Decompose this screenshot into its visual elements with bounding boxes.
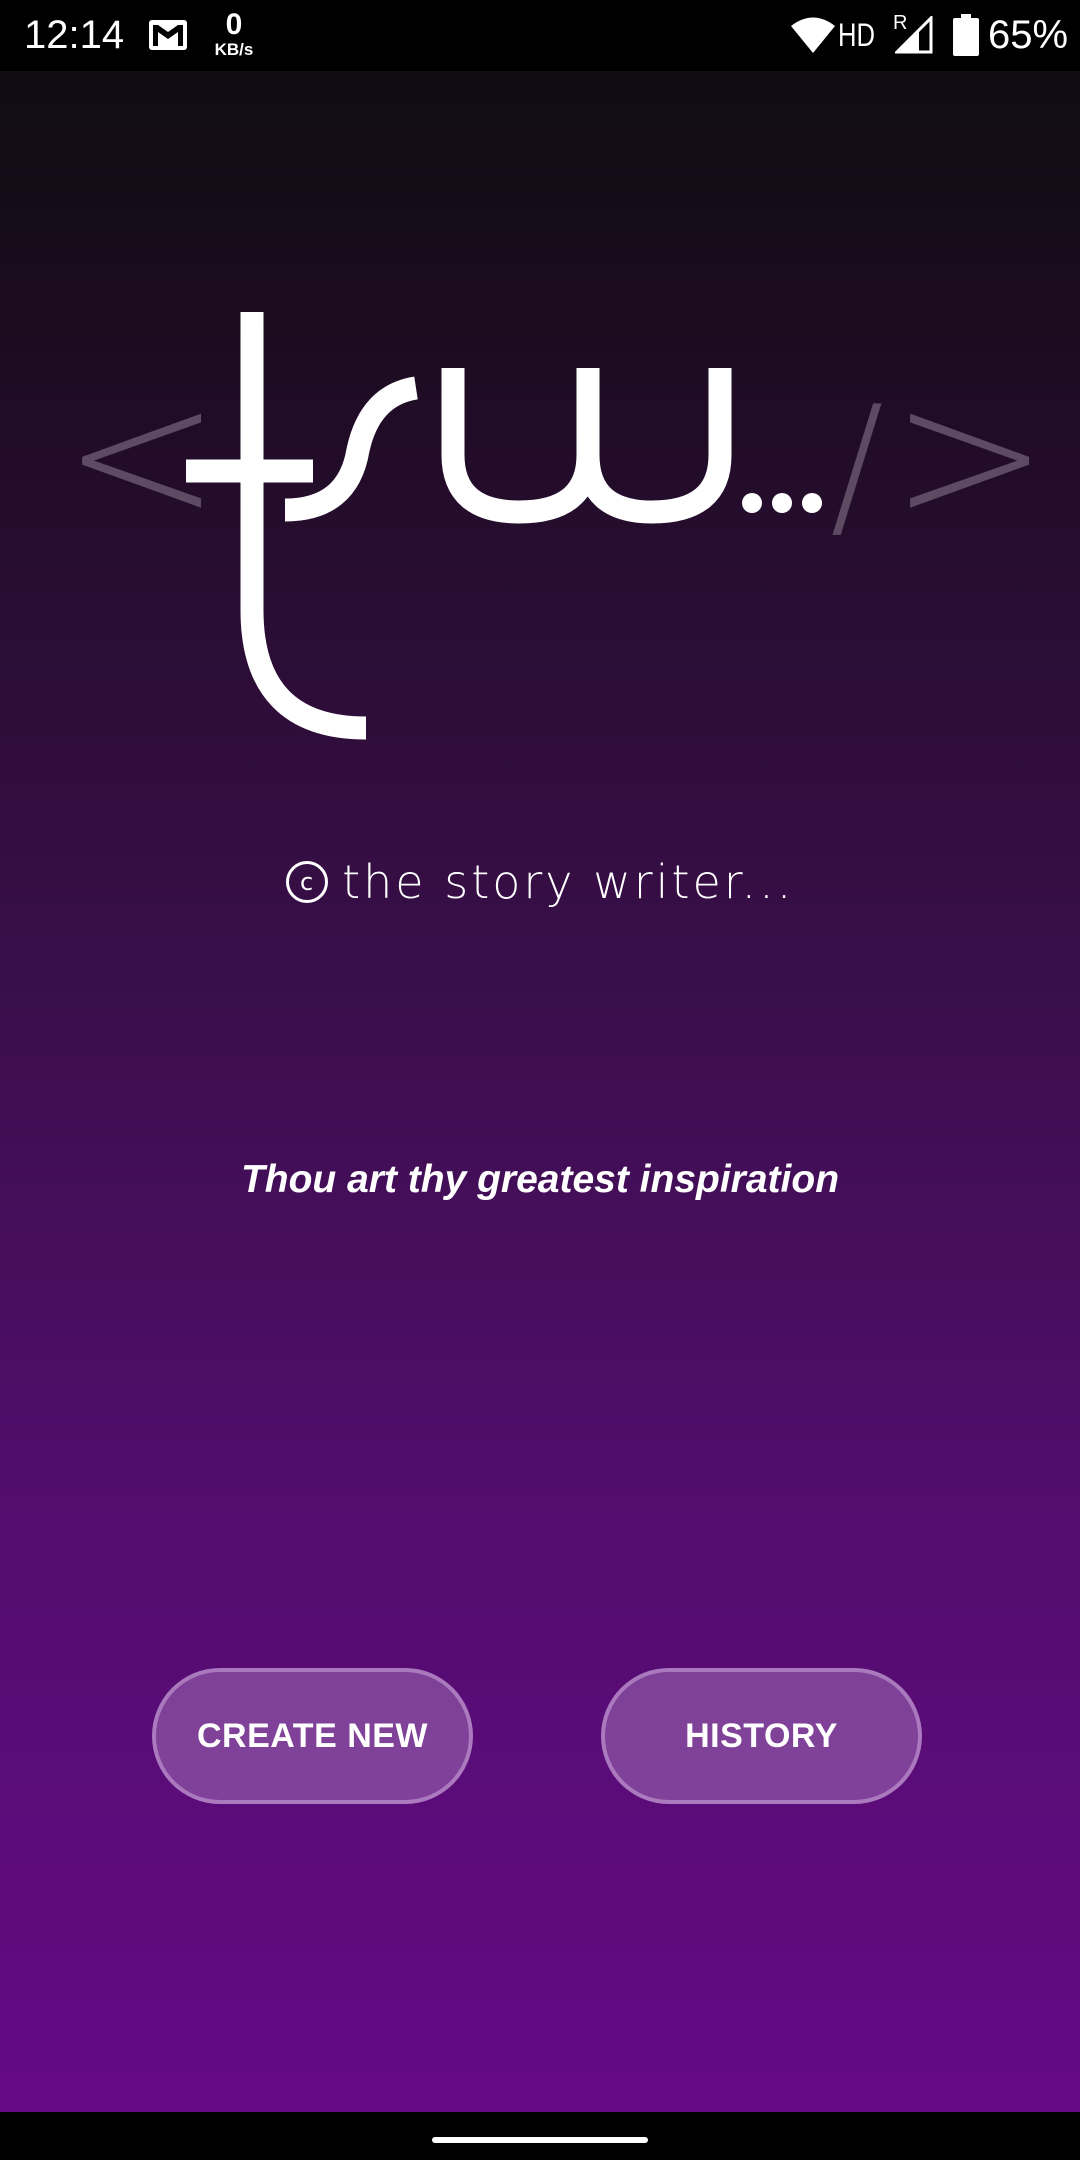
copyright-line: c the story writer...: [0, 855, 1080, 909]
home-indicator[interactable]: [432, 2137, 648, 2143]
logo-ellipsis: [742, 493, 822, 513]
tagline: Thou art thy greatest inspiration: [240, 1158, 840, 1201]
app-logo: < / >: [62, 312, 1049, 740]
app-full-name: the story writer...: [342, 855, 795, 909]
copyright-icon: c: [285, 861, 328, 903]
history-button[interactable]: HISTORY: [601, 1668, 922, 1804]
logo-close-bracket: >: [890, 344, 1049, 565]
logo-trw-mark: [186, 312, 732, 740]
navigation-bar: [0, 2112, 1080, 2160]
logo-open-bracket: <: [62, 344, 221, 565]
create-new-button[interactable]: CREATE NEW: [152, 1668, 473, 1804]
logo-close-slash: /: [830, 371, 884, 558]
